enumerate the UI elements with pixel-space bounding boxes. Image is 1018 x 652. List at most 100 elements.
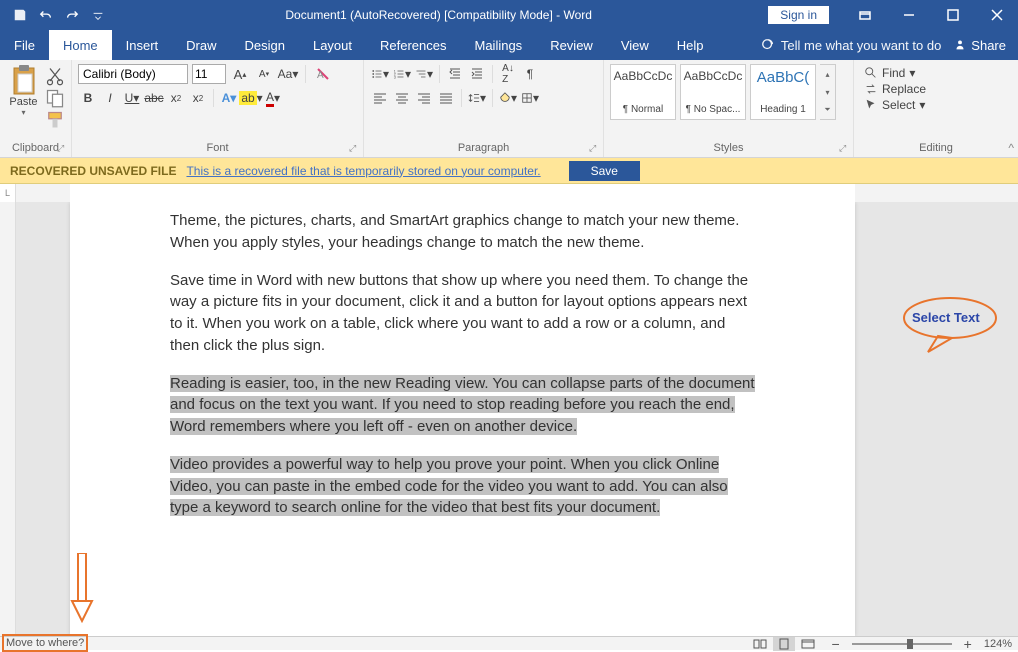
svg-text:A: A: [317, 70, 324, 81]
share-button[interactable]: Share: [953, 38, 1006, 53]
cut-button[interactable]: [45, 66, 65, 84]
read-mode-button[interactable]: [749, 637, 771, 651]
horizontal-ruler[interactable]: L: [0, 184, 1018, 202]
font-size-input[interactable]: [192, 64, 226, 84]
font-name-input[interactable]: [78, 64, 188, 84]
annotation-arrow: [68, 553, 96, 628]
shading-button[interactable]: ▾: [498, 88, 518, 108]
close-icon[interactable]: [976, 1, 1018, 29]
zoom-out-button[interactable]: −: [827, 636, 843, 652]
print-layout-button[interactable]: [773, 637, 795, 651]
tab-file[interactable]: File: [0, 30, 49, 60]
paragraph-2[interactable]: Save time in Word with new buttons that …: [170, 270, 755, 357]
recovery-bar: RECOVERED UNSAVED FILE This is a recover…: [0, 158, 1018, 184]
tab-mailings[interactable]: Mailings: [461, 30, 537, 60]
paste-label: Paste: [9, 96, 37, 108]
ribbon-display-icon[interactable]: [844, 1, 886, 29]
style-heading-1[interactable]: AaBbC( Heading 1: [750, 64, 816, 120]
italic-button[interactable]: I: [100, 88, 120, 108]
copy-button[interactable]: [45, 88, 65, 106]
undo-icon[interactable]: [34, 3, 58, 27]
strikethrough-button[interactable]: abc: [144, 88, 164, 108]
select-button[interactable]: Select ▾: [864, 98, 925, 112]
maximize-icon[interactable]: [932, 1, 974, 29]
styles-dialog-launcher[interactable]: ⤢: [839, 143, 851, 155]
font-color-button[interactable]: A▾: [263, 88, 283, 108]
tab-references[interactable]: References: [366, 30, 460, 60]
grow-font-button[interactable]: A▴: [230, 64, 250, 84]
bold-button[interactable]: B: [78, 88, 98, 108]
align-right-button[interactable]: [414, 88, 434, 108]
ribbon: Paste ▾ Clipboard ⤢ A▴ A▾ Aa▾ A: [0, 60, 1018, 158]
multilevel-list-button[interactable]: ▾: [414, 64, 434, 84]
vertical-ruler[interactable]: [0, 202, 16, 636]
tell-me-search[interactable]: Tell me what you want to do: [761, 38, 941, 53]
paragraph-1[interactable]: Theme, the pictures, charts, and SmartAr…: [170, 210, 755, 254]
increase-indent-button[interactable]: [467, 64, 487, 84]
bullets-button[interactable]: ▾: [370, 64, 390, 84]
tab-insert[interactable]: Insert: [112, 30, 173, 60]
selected-text-p3[interactable]: Reading is easier, too, in the new Readi…: [170, 375, 755, 436]
qat-customize-icon[interactable]: [86, 3, 110, 27]
recovery-message-link[interactable]: This is a recovered file that is tempora…: [186, 164, 540, 178]
ruler-corner: L: [0, 184, 16, 202]
tab-layout[interactable]: Layout: [299, 30, 366, 60]
styles-gallery-more[interactable]: ▴▾⏷: [820, 64, 836, 120]
document-area: Theme, the pictures, charts, and SmartAr…: [0, 202, 1018, 636]
tab-view[interactable]: View: [607, 30, 663, 60]
subscript-button[interactable]: x2: [166, 88, 186, 108]
decrease-indent-button[interactable]: [445, 64, 465, 84]
tab-design[interactable]: Design: [231, 30, 299, 60]
change-case-button[interactable]: Aa▾: [278, 64, 298, 84]
tab-draw[interactable]: Draw: [172, 30, 230, 60]
tab-home[interactable]: Home: [49, 30, 112, 60]
font-dialog-launcher[interactable]: ⤢: [349, 143, 361, 155]
zoom-slider[interactable]: [852, 643, 952, 645]
clear-formatting-button[interactable]: A: [313, 64, 333, 84]
ribbon-tabs: File Home Insert Draw Design Layout Refe…: [0, 30, 1018, 60]
collapse-ribbon-icon[interactable]: ^: [1008, 141, 1014, 155]
line-spacing-button[interactable]: ▾: [467, 88, 487, 108]
format-painter-button[interactable]: [45, 110, 65, 128]
highlight-button[interactable]: ab▾: [241, 88, 261, 108]
borders-button[interactable]: ▾: [520, 88, 540, 108]
clipboard-dialog-launcher[interactable]: ⤢: [57, 143, 69, 155]
sign-in-button[interactable]: Sign in: [767, 5, 830, 25]
paste-button[interactable]: Paste ▾: [6, 64, 41, 117]
text-effects-button[interactable]: A▾: [219, 88, 239, 108]
paragraph-group-label: Paragraph: [370, 140, 597, 155]
zoom-in-button[interactable]: +: [960, 636, 976, 652]
group-paragraph: ▾ 123▾ ▾ A↓Z ¶ ▾ ▾ ▾ Par: [364, 60, 604, 157]
paragraph-4[interactable]: Video provides a powerful way to help yo…: [170, 454, 755, 519]
align-left-button[interactable]: [370, 88, 390, 108]
share-label: Share: [971, 38, 1006, 53]
zoom-level[interactable]: 124%: [984, 638, 1012, 650]
group-styles: AaBbCcDc ¶ Normal AaBbCcDc ¶ No Spac... …: [604, 60, 854, 157]
find-button[interactable]: Find ▾: [864, 66, 915, 80]
web-layout-button[interactable]: [797, 637, 819, 651]
underline-button[interactable]: U▾: [122, 88, 142, 108]
editing-group-label: Editing: [860, 140, 1012, 155]
style-normal[interactable]: AaBbCcDc ¶ Normal: [610, 64, 676, 120]
superscript-button[interactable]: x2: [188, 88, 208, 108]
shrink-font-button[interactable]: A▾: [254, 64, 274, 84]
numbering-button[interactable]: 123▾: [392, 64, 412, 84]
align-center-button[interactable]: [392, 88, 412, 108]
tab-help[interactable]: Help: [663, 30, 718, 60]
style-no-spacing[interactable]: AaBbCcDc ¶ No Spac...: [680, 64, 746, 120]
minimize-icon[interactable]: [888, 1, 930, 29]
show-hide-button[interactable]: ¶: [520, 64, 540, 84]
quick-access-toolbar: [0, 3, 110, 27]
tab-review[interactable]: Review: [536, 30, 607, 60]
page[interactable]: Theme, the pictures, charts, and SmartAr…: [70, 202, 855, 636]
paragraph-dialog-launcher[interactable]: ⤢: [589, 143, 601, 155]
paragraph-3[interactable]: Reading is easier, too, in the new Readi…: [170, 373, 755, 438]
replace-button[interactable]: Replace: [864, 82, 926, 96]
selected-text-p4[interactable]: Video provides a powerful way to help yo…: [170, 456, 728, 517]
redo-icon[interactable]: [60, 3, 84, 27]
sort-button[interactable]: A↓Z: [498, 64, 518, 84]
document-surface[interactable]: Theme, the pictures, charts, and SmartAr…: [16, 202, 1018, 636]
justify-button[interactable]: [436, 88, 456, 108]
save-icon[interactable]: [8, 3, 32, 27]
recovery-save-button[interactable]: Save: [569, 161, 640, 181]
